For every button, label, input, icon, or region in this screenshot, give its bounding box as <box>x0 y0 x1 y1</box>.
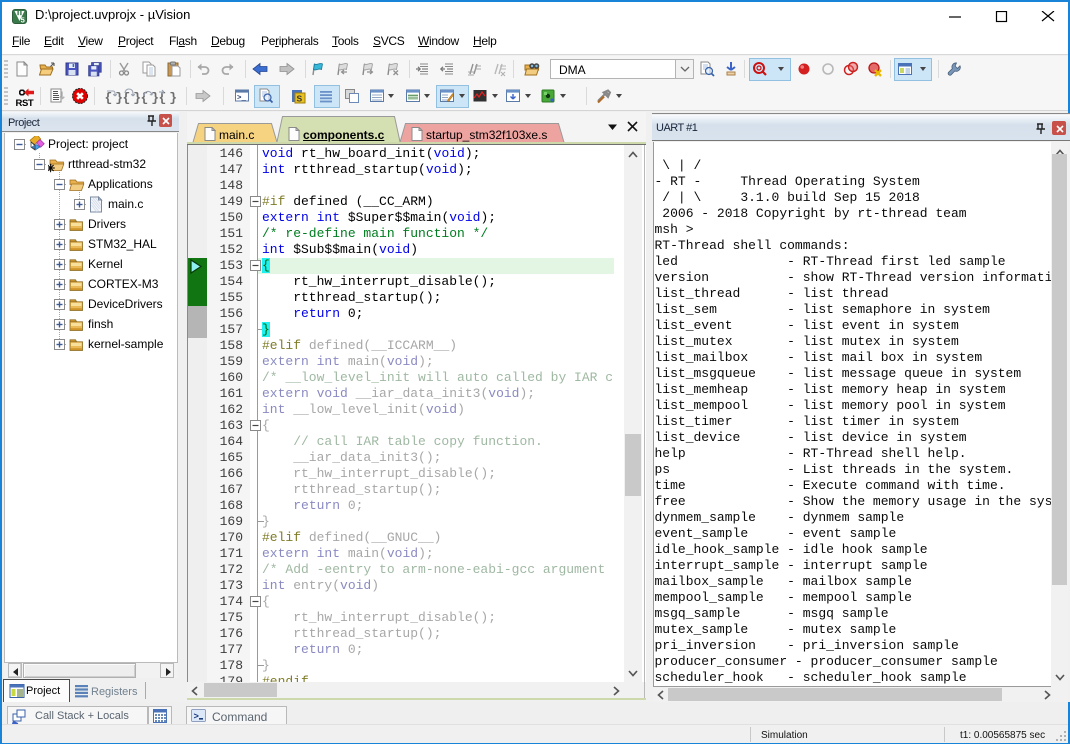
svg-text:5: 5 <box>21 16 25 25</box>
svg-text:{}: {} <box>105 91 123 105</box>
svg-text:RST: RST <box>16 98 34 108</box>
svg-text:>: > <box>194 712 199 722</box>
svg-text:{}: {} <box>141 91 159 105</box>
svg-text:S: S <box>297 94 303 104</box>
svg-text:>_: >_ <box>237 95 247 103</box>
svg-text:✳: ✳ <box>48 163 55 173</box>
